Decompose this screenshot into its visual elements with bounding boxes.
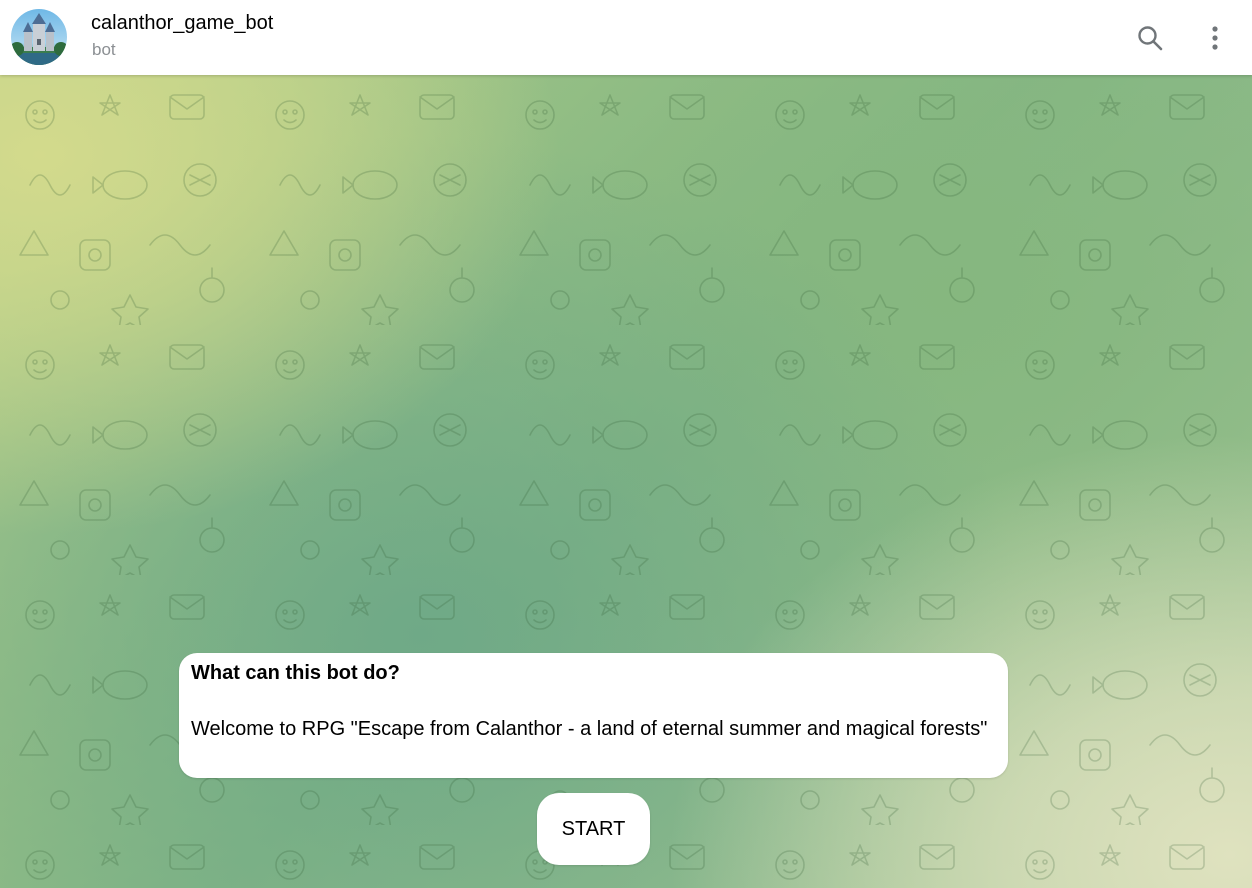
telegram-chat-window: calanthor_game_bot bot What can this bot…: [0, 0, 1252, 888]
search-icon: [1138, 26, 1163, 51]
more-vertical-icon: [1212, 26, 1218, 50]
bot-description-text: Welcome to RPG "Escape from Calanthor - …: [191, 718, 988, 740]
search-button[interactable]: [1130, 18, 1170, 58]
chat-subtitle: bot: [92, 40, 116, 59]
chat-header: calanthor_game_bot bot: [0, 0, 1252, 75]
more-menu-button[interactable]: [1195, 18, 1235, 58]
chat-title[interactable]: calanthor_game_bot: [91, 12, 273, 35]
bot-description-card: What can this bot do? Welcome to RPG "Es…: [179, 653, 1008, 778]
bot-description-heading: What can this bot do?: [191, 662, 400, 684]
start-button[interactable]: START: [537, 793, 650, 865]
castle-avatar-icon[interactable]: [11, 9, 67, 65]
